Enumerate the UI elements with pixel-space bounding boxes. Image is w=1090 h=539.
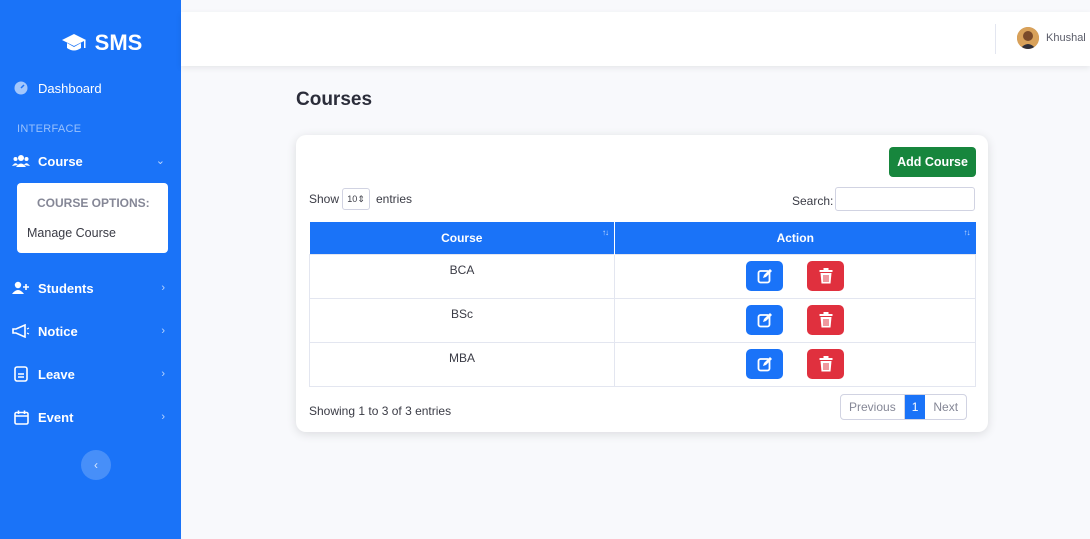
trash-icon	[819, 268, 832, 284]
action-cell	[614, 341, 976, 387]
chevron-right-icon: ›	[161, 368, 165, 380]
action-cell	[614, 253, 976, 299]
add-course-button[interactable]: Add Course	[889, 147, 976, 177]
column-header-action[interactable]: Action ↑↓	[614, 222, 976, 254]
sidebar-item-event[interactable]: Event ›	[12, 409, 181, 425]
pagination: Previous 1 Next	[840, 394, 968, 420]
sidebar-item-label: Event	[38, 409, 74, 425]
calendar-icon	[12, 409, 30, 425]
page-length-value: 10	[347, 194, 358, 204]
course-cell: BCA	[309, 253, 615, 299]
user-name[interactable]: Khushal	[1046, 32, 1086, 44]
page-1-button[interactable]: 1	[904, 395, 926, 419]
file-icon	[12, 366, 30, 382]
sidebar-item-course[interactable]: Course ⌄	[12, 153, 181, 169]
sort-icon: ↑↓	[963, 228, 971, 237]
column-header-course[interactable]: Course ↑↓	[309, 222, 615, 254]
sidebar-item-dashboard[interactable]: Dashboard	[12, 80, 102, 96]
edit-icon	[757, 357, 772, 372]
next-page-button[interactable]: Next	[925, 395, 966, 419]
submenu-header: COURSE OPTIONS:	[37, 196, 150, 210]
chevron-right-icon: ›	[161, 411, 165, 423]
sidebar-item-leave[interactable]: Leave ›	[12, 366, 181, 382]
edit-button[interactable]	[746, 305, 783, 335]
courses-card: Add Course Show 10 ⇕ entries Search: Cour…	[296, 135, 988, 432]
table-info: Showing 1 to 3 of 3 entries	[309, 404, 452, 418]
table-row: MBA	[309, 341, 976, 387]
sidebar-item-label: Dashboard	[38, 80, 102, 96]
chevron-left-icon: ‹	[94, 458, 98, 472]
action-cell	[614, 297, 976, 343]
search-input[interactable]	[835, 187, 975, 211]
sidebar: SMS Dashboard INTERFACE Course ⌄ COURSE …	[0, 0, 181, 539]
courses-table: Course ↑↓ Action ↑↓ BCA BSc MBA	[309, 222, 976, 387]
sidebar-toggle-button[interactable]: ‹	[81, 450, 111, 480]
chevron-right-icon: ›	[161, 282, 165, 294]
brand-name: SMS	[94, 30, 143, 55]
previous-page-button[interactable]: Previous	[841, 395, 905, 419]
topbar: Khushal	[181, 12, 1090, 66]
brand[interactable]: SMS	[12, 0, 181, 86]
edit-icon	[757, 269, 772, 284]
trash-icon	[819, 312, 832, 328]
delete-button[interactable]	[807, 349, 844, 379]
graduation-cap-icon	[61, 32, 87, 54]
edit-icon	[757, 313, 772, 328]
column-header-label: Course	[441, 230, 483, 245]
search-label: Search:	[792, 194, 834, 208]
sidebar-item-label: Leave	[38, 366, 75, 382]
sidebar-item-notice[interactable]: Notice ›	[12, 323, 181, 339]
course-submenu: COURSE OPTIONS: Manage Course	[17, 183, 168, 253]
sidebar-item-label: Students	[38, 280, 94, 296]
user-plus-icon	[12, 280, 30, 296]
users-icon	[12, 153, 30, 169]
page-title: Courses	[296, 89, 373, 110]
course-cell: BSc	[309, 297, 615, 343]
page-length-select[interactable]: 10 ⇕	[342, 188, 370, 210]
table-header-row: Course ↑↓ Action ↑↓	[309, 222, 976, 254]
table-row: BCA	[309, 253, 976, 299]
topbar-divider	[995, 24, 996, 54]
entries-label: entries	[376, 192, 413, 206]
column-header-label: Action	[776, 230, 814, 245]
table-row: BSc	[309, 297, 976, 343]
sidebar-item-label: Course	[38, 153, 83, 169]
sort-icon: ↑↓	[602, 228, 609, 237]
avatar[interactable]	[1017, 27, 1039, 49]
submenu-item-manage-course[interactable]: Manage Course	[27, 226, 116, 240]
bullhorn-icon	[12, 323, 30, 339]
edit-button[interactable]	[746, 261, 783, 291]
delete-button[interactable]	[807, 305, 844, 335]
show-label: Show	[309, 192, 340, 206]
course-cell: MBA	[309, 341, 615, 387]
chevron-down-icon: ⌄	[155, 155, 165, 167]
delete-button[interactable]	[807, 261, 844, 291]
sidebar-item-students[interactable]: Students ›	[12, 280, 181, 296]
dashboard-icon	[12, 80, 30, 96]
edit-button[interactable]	[746, 349, 783, 379]
sidebar-item-label: Notice	[38, 323, 78, 339]
select-arrows-icon: ⇕	[357, 193, 365, 204]
trash-icon	[819, 356, 832, 372]
chevron-right-icon: ›	[161, 325, 165, 337]
sidebar-heading: INTERFACE	[17, 123, 82, 135]
